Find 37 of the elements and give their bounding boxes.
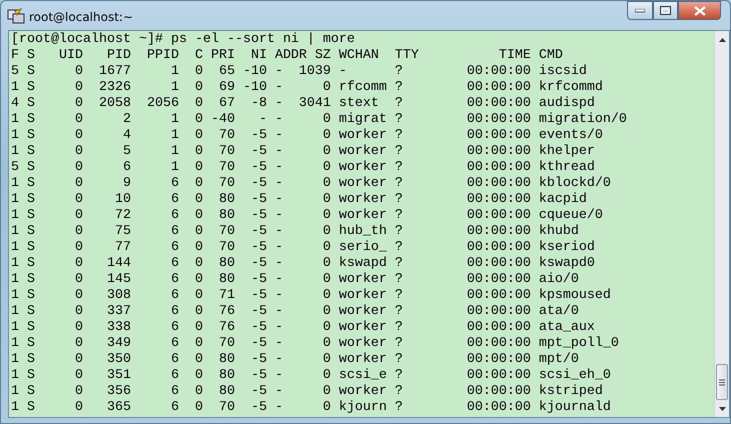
terminal-line: 1 S 0 145 6 0 80 -5 - 0 worker ? 00:00:00 aio/0	[11, 272, 579, 288]
terminal-line: 1 S 0 356 6 0 80 -5 - 0 worker ? 00:00:00 kstriped	[11, 384, 603, 400]
terminal-line: 1 S 0 337 6 0 76 -5 - 0 worker ? 00:00:00 ata/0	[11, 304, 579, 320]
terminal-line: 1 S 0 4 1 0 70 -5 - 0 worker ? 00:00:00 events/0	[11, 128, 603, 144]
minimize-button[interactable]	[627, 1, 653, 20]
minimize-icon	[635, 8, 645, 12]
terminal-line: 5 S 0 6 1 0 70 -5 - 0 worker ? 00:00:00 kthread	[11, 160, 595, 176]
terminal-line: 1 S 0 5 1 0 70 -5 - 0 worker ? 00:00:00 khelper	[11, 144, 595, 160]
terminal-line: 1 S 0 351 6 0 80 -5 - 0 scsi_e ? 00:00:00 scsi_eh_0	[11, 368, 611, 384]
maximize-button[interactable]	[653, 1, 678, 20]
terminal-line: 1 S 0 10 6 0 80 -5 - 0 worker ? 00:00:00 kacpid	[11, 192, 587, 208]
scrollbar[interactable]	[714, 31, 729, 417]
terminal-line: 1 S 0 2326 1 0 69 -10 - 0 rfcomm ? 00:00:00 krfcommd	[11, 80, 603, 96]
terminal-line: 5 S 0 1677 1 0 65 -10 - 1039 - ? 00:00:00 iscsid	[11, 64, 587, 80]
terminal-line: 1 S 0 349 6 0 70 -5 - 0 worker ? 00:00:00 mpt_poll_0	[11, 336, 619, 352]
maximize-icon	[660, 6, 671, 15]
terminal-line: 1 S 0 75 6 0 70 -5 - 0 hub_th ? 00:00:00 khubd	[11, 224, 579, 240]
terminal-line: 4 S 0 2058 2056 0 67 -8 - 3041 stext ? 00:00:00 audispd	[11, 96, 595, 112]
terminal-line: 1 S 0 77 6 0 70 -5 - 0 serio_ ? 00:00:00 kseriod	[11, 240, 595, 256]
scroll-down-icon[interactable]	[718, 406, 726, 410]
close-icon	[694, 6, 706, 16]
scroll-up-icon[interactable]	[718, 38, 726, 42]
terminal-line: 1 S 0 365 6 0 70 -5 - 0 kjourn ? 00:00:00 kjournald	[11, 400, 611, 416]
terminal-line: 1 S 0 2 1 0 -40 - - 0 migrat ? 00:00:00 migration/0	[11, 112, 627, 128]
terminal-line: 1 S 0 9 6 0 70 -5 - 0 worker ? 00:00:00 kblockd/0	[11, 176, 611, 192]
close-button[interactable]	[678, 1, 721, 20]
terminal-app-icon	[7, 7, 25, 25]
terminal-line: F S UID PID PPID C PRI NI ADDR SZ WCHAN TTY TIME CMD	[11, 48, 563, 64]
terminal-line: 1 S 0 308 6 0 71 -5 - 0 worker ? 00:00:00 kpsmoused	[11, 288, 611, 304]
terminal-line: 1 S 0 350 6 0 80 -5 - 0 worker ? 00:00:00 mpt/0	[11, 352, 579, 368]
terminal-line: 1 S 0 338 6 0 76 -5 - 0 worker ? 00:00:00 ata_aux	[11, 320, 595, 336]
command-line: [root@localhost ~]# ps -el --sort ni | more	[11, 32, 355, 48]
window-title: root@localhost:~	[29, 9, 134, 26]
terminal-line: 1 S 0 72 6 0 80 -5 - 0 worker ? 00:00:00 cqueue/0	[11, 208, 603, 224]
terminal-line: 1 S 0 144 6 0 80 -5 - 0 kswapd ? 00:00:00 kswapd0	[11, 256, 595, 272]
scrollbar-thumb[interactable]	[716, 364, 728, 400]
grip-icon	[719, 378, 725, 386]
